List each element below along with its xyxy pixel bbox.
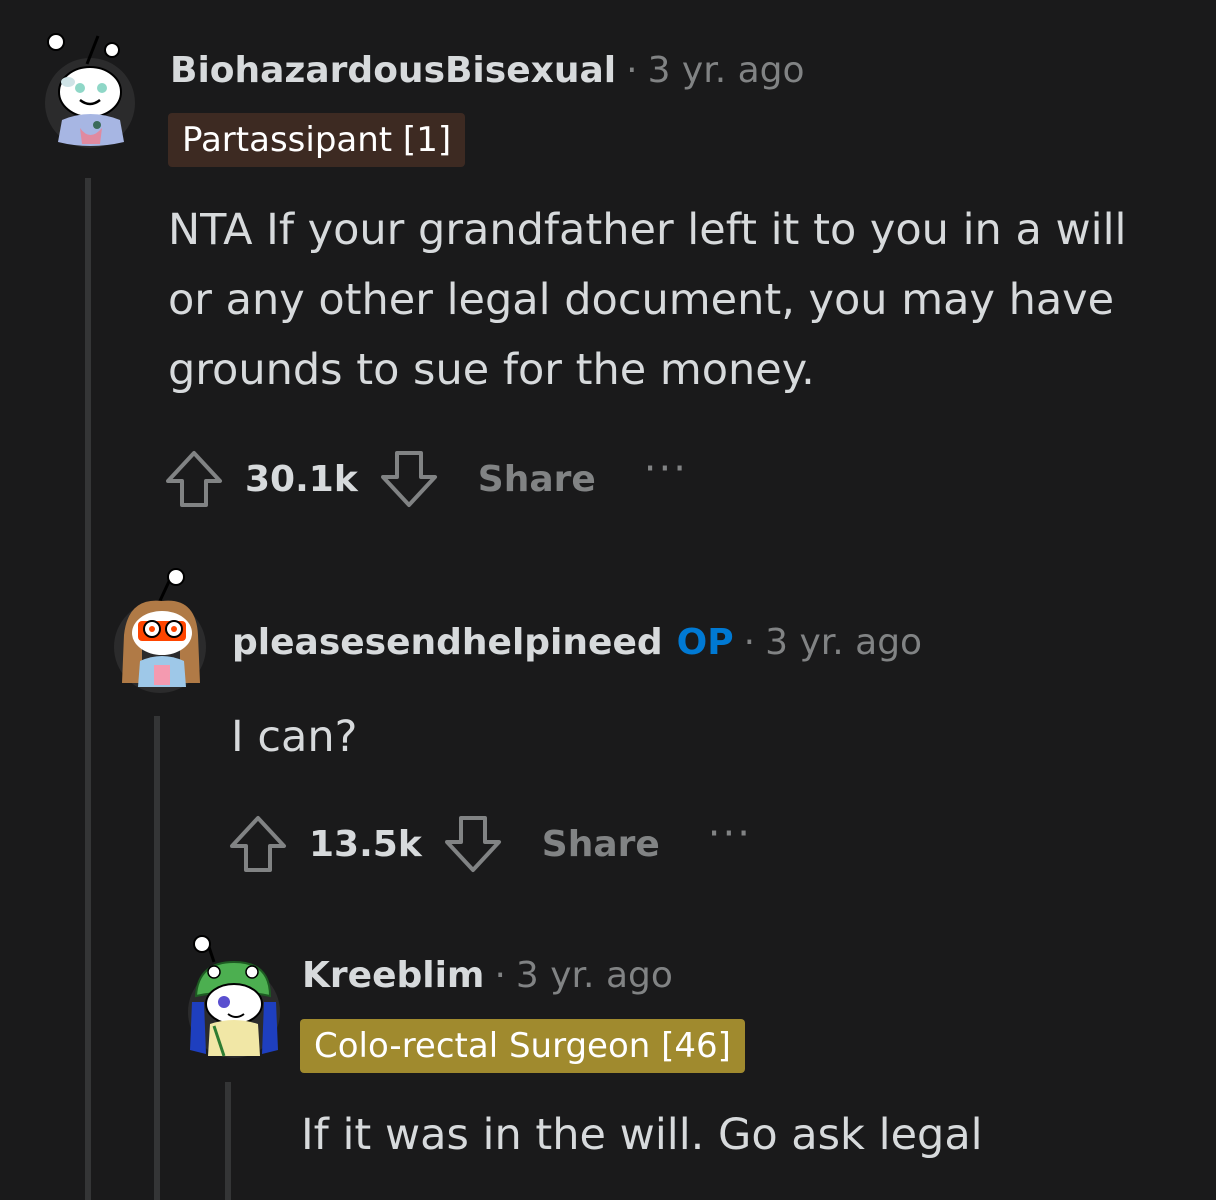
meta-separator: · bbox=[494, 955, 506, 996]
comment-meta: BiohazardousBisexual · 3 yr. ago bbox=[170, 50, 805, 91]
more-options-icon[interactable]: ··· bbox=[708, 814, 752, 854]
comment-meta: Kreeblim · 3 yr. ago bbox=[302, 955, 673, 996]
user-avatar[interactable] bbox=[184, 932, 284, 1060]
vote-score: 13.5k bbox=[309, 823, 422, 865]
share-button[interactable]: Share bbox=[542, 824, 660, 865]
downvote-arrow-icon[interactable] bbox=[378, 448, 440, 510]
comment-actions: 30.1k Share ··· bbox=[163, 447, 688, 511]
vote-score: 30.1k bbox=[245, 458, 358, 500]
comment-body: If it was in the will. Go ask legal bbox=[301, 1110, 983, 1160]
thread-line-level-2[interactable] bbox=[154, 716, 160, 1200]
downvote-arrow-icon[interactable] bbox=[442, 813, 504, 875]
timestamp[interactable]: 3 yr. ago bbox=[648, 50, 805, 91]
user-avatar[interactable] bbox=[40, 30, 140, 150]
comment-actions: 13.5k Share ··· bbox=[227, 812, 752, 876]
timestamp[interactable]: 3 yr. ago bbox=[765, 622, 922, 663]
upvote-arrow-icon[interactable] bbox=[227, 813, 289, 875]
upvote-arrow-icon[interactable] bbox=[163, 448, 225, 510]
op-badge: OP bbox=[676, 622, 734, 663]
user-flair: Partassipant [1] bbox=[168, 113, 466, 167]
comment-body: NTA If your grandfather left it to you i… bbox=[168, 205, 1127, 395]
comment-body: I can? bbox=[231, 712, 358, 762]
share-button[interactable]: Share bbox=[478, 459, 596, 500]
username[interactable]: pleasesendhelpineed bbox=[232, 622, 663, 663]
username[interactable]: Kreeblim bbox=[302, 955, 484, 996]
user-flair: Colo-rectal Surgeon [46] bbox=[300, 1019, 745, 1073]
timestamp[interactable]: 3 yr. ago bbox=[516, 955, 673, 996]
thread-line-level-1[interactable] bbox=[85, 178, 91, 1200]
meta-separator: · bbox=[743, 622, 756, 663]
comment-meta: pleasesendhelpineed OP · 3 yr. ago bbox=[232, 622, 922, 663]
meta-separator: · bbox=[626, 50, 638, 91]
more-options-icon[interactable]: ··· bbox=[644, 449, 688, 489]
username[interactable]: BiohazardousBisexual bbox=[170, 50, 616, 91]
thread-line-level-3[interactable] bbox=[225, 1082, 231, 1200]
user-avatar[interactable] bbox=[110, 565, 210, 695]
